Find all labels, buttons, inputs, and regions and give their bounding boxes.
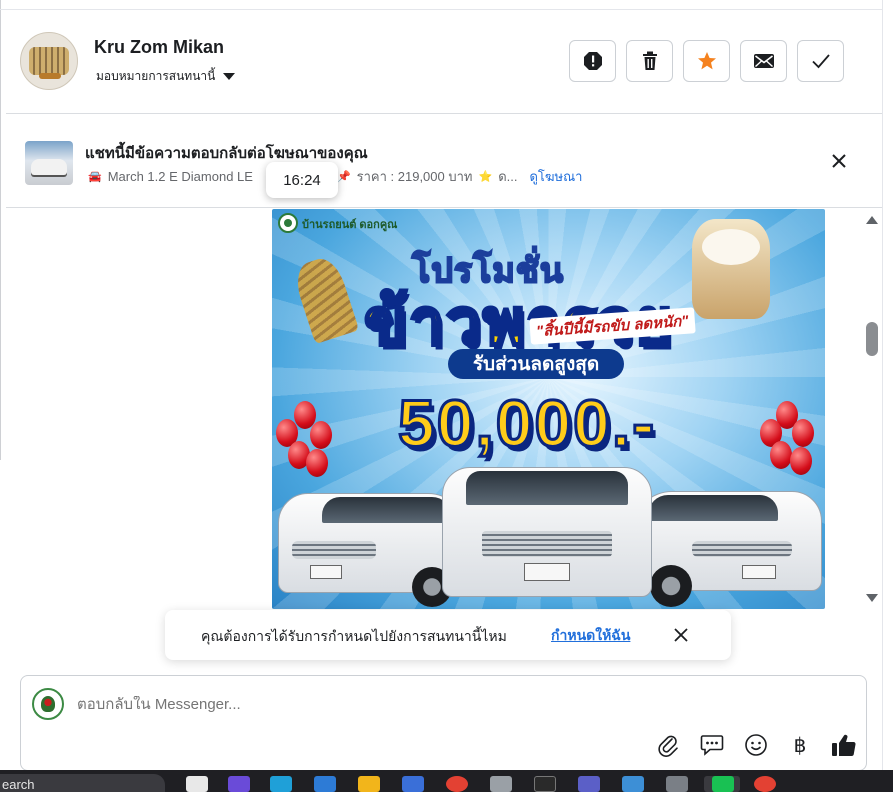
scroll-up-arrow-icon[interactable] [866,216,878,224]
star-emoji-icon: ⭐ [478,171,493,183]
page-avatar [32,688,64,720]
taskbar-camera-icon[interactable] [490,776,512,792]
promo-brand: บ้านรถยนต์ ดอกคูณ [302,219,398,231]
taskbar-folder-icon[interactable] [358,776,380,792]
close-banner-button[interactable] [828,150,850,172]
car-image [31,159,67,175]
avatar-decoration [39,73,61,79]
report-button[interactable] [569,40,616,82]
attach-button[interactable] [655,732,681,758]
taskbar-mail-icon[interactable] [402,776,424,792]
ad-reply-banner: แชทนี้มีข้อความตอบกลับต่อโฆษณาของคุณ 🚘 M… [6,115,882,208]
ad-car-model: March 1.2 E Diamond LE [107,169,253,184]
paperclip-icon [658,735,678,757]
taskbar-edge-icon[interactable] [270,776,292,792]
conversation-header: Kru Zom Mikan มอบหมายการสนทนานี้ [6,10,882,114]
mark-unread-button[interactable] [740,40,787,82]
dismiss-prompt-button[interactable] [671,625,691,645]
star-button[interactable] [683,40,730,82]
chat-bubble-dots-icon [700,735,724,756]
view-ad-link[interactable]: ดูโฆษณา [529,166,582,187]
alert-octagon-icon [583,52,602,70]
promo-amount: 50,000.- [396,385,657,462]
assign-label: มอบหมายการสนทนานี้ [96,69,216,83]
assign-conversation-dropdown[interactable]: มอบหมายการสนทนานี้ [96,67,236,86]
caret-down-icon [223,73,236,80]
payment-button[interactable]: ฿ [787,732,813,758]
delete-button[interactable] [626,40,673,82]
cars-graphic [272,457,825,609]
taskbar-teams-icon[interactable] [578,776,600,792]
scroll-down-arrow-icon[interactable] [866,594,878,602]
composer-toolbar: ฿ [655,732,857,758]
promo-logo-icon [278,213,298,233]
thumbs-up-icon [832,734,856,757]
contact-avatar[interactable] [20,32,78,90]
ad-thumbnail[interactable] [25,141,73,185]
taskbar-app2-icon[interactable] [534,776,556,792]
assign-prompt-text: คุณต้องการได้รับการกำหนดไปยังการสนทนานี้… [201,628,507,644]
taskbar-line-icon[interactable] [712,776,734,792]
os-taskbar: earch [0,770,893,792]
baht-icon: ฿ [793,734,807,757]
taskbar-chrome2-icon[interactable] [754,776,776,792]
taskbar-store-icon[interactable] [314,776,336,792]
rice-sack-graphic [692,219,770,319]
taskbar-chrome-icon[interactable] [446,776,468,792]
car-icon: 🚘 [88,171,102,183]
close-icon [832,154,846,168]
messenger-conversation: Kru Zom Mikan มอบหมายการสนทนานี้ แชทนี้ม… [0,0,893,792]
scrollbar-thumb[interactable] [866,322,878,356]
avatar-image [29,47,69,75]
taskbar-search-text: earch [2,777,35,792]
taskbar-search[interactable]: earch [0,774,165,792]
promo-discount-label: รับส่วนลดสูงสุด [448,349,624,379]
close-icon [674,628,688,642]
smiley-icon [745,734,767,756]
message-list: บ้านรถยนต์ ดอกคูณ โปรโมชั่น ข้าวพารวย "ส… [6,209,858,609]
checkmark-icon [811,54,830,69]
taskbar-app-icon[interactable] [186,776,208,792]
star-icon [697,52,716,70]
trash-icon [642,51,657,70]
taskbar-calculator-icon[interactable] [666,776,688,792]
taskbar-notepad-icon[interactable] [622,776,644,792]
left-border [0,0,1,460]
like-button[interactable] [831,732,857,758]
assign-to-me-prompt: คุณต้องการได้รับการกำหนดไปยังการสนทนานี้… [165,610,731,660]
pin-icon: 📌 [336,171,351,183]
ad-price: ราคา : 219,000 บาท [356,169,473,184]
envelope-icon [753,54,774,68]
saved-replies-button[interactable] [699,732,725,758]
taskbar-copilot-icon[interactable] [228,776,250,792]
emoji-button[interactable] [743,732,769,758]
right-border [882,0,883,770]
reply-composer: ฿ [20,675,867,771]
done-button[interactable] [797,40,844,82]
timestamp-tooltip: 16:24 [266,162,338,198]
contact-name[interactable]: Kru Zom Mikan [94,37,224,58]
assign-to-me-link[interactable]: กำหนดให้ฉัน [551,625,630,647]
ad-detail-truncated: ด... [498,169,518,184]
reply-input[interactable] [77,696,637,713]
promo-image-message[interactable]: บ้านรถยนต์ ดอกคูณ โปรโมชั่น ข้าวพารวย "ส… [272,209,825,609]
